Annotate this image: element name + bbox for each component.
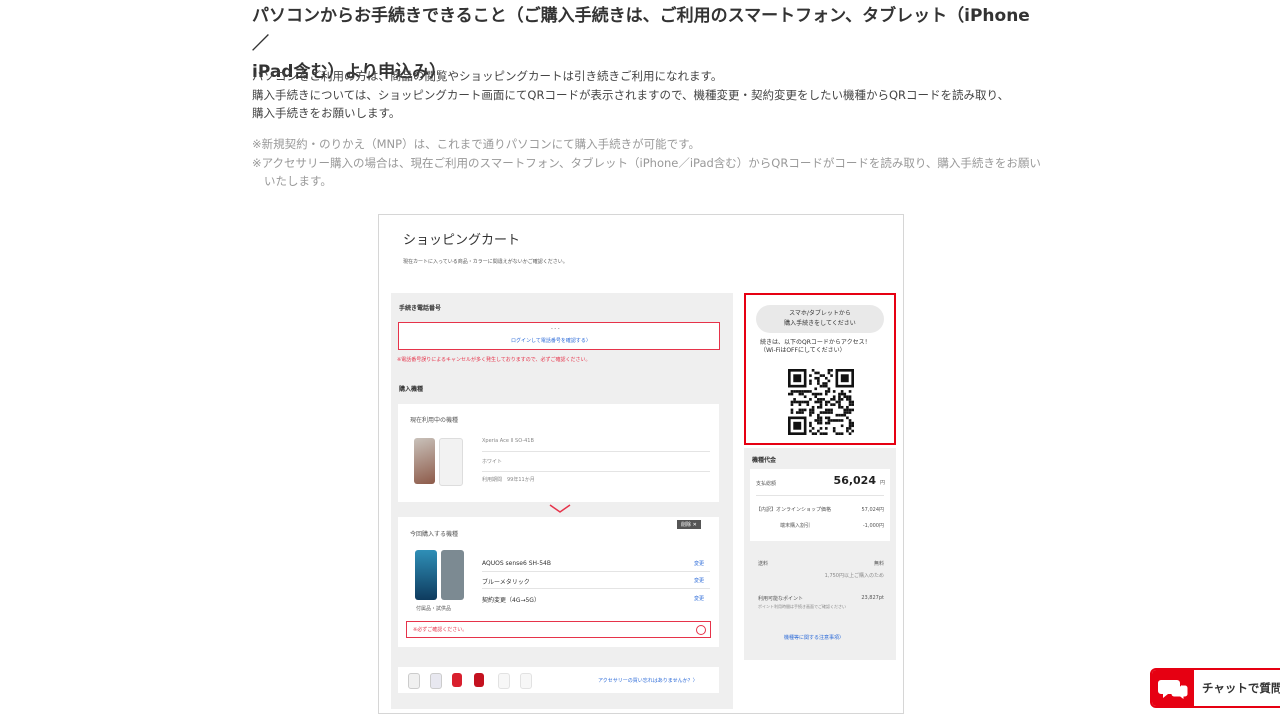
chat-label: チャットで質問 <box>1202 681 1280 695</box>
new-device-model: AQUOS sense6 SH-54B <box>482 560 551 567</box>
discount-label: 端末購入割引 <box>780 523 811 529</box>
confirm-label: ※必ずご確認ください。 <box>413 627 468 633</box>
chat-button[interactable]: チャットで質問 <box>1150 668 1280 708</box>
plus-circle-icon <box>696 625 706 635</box>
current-device-period: 利用期間 99年11か月 <box>482 477 535 483</box>
chevron-down-icon <box>549 504 571 513</box>
new-device-label: 今回購入する機種 <box>410 531 459 538</box>
new-device-image-back <box>441 550 464 600</box>
current-device-image <box>414 438 435 484</box>
new-device-image <box>415 550 437 600</box>
cart-title: ショッピングカート <box>403 233 521 248</box>
new-device-color: ブルーメタリック <box>482 579 530 586</box>
accessory-image <box>520 673 532 689</box>
accessory-image <box>474 673 484 687</box>
points-value: 23,827pt <box>861 595 884 601</box>
phone-number-box[interactable]: - - - ログインして電話番号を確認する〉 <box>398 322 720 350</box>
phone-warning: ※電話番号誤りによるキャンセルが多く発生しておりますので、必ずご確認ください。 <box>397 357 591 363</box>
discount-value: -1,000円 <box>862 523 884 529</box>
current-device-label: 現在利用中の機種 <box>410 417 459 424</box>
new-device-card: 削除 ✕ 今回購入する機種 付属品・試供品 AQUOS sense6 SH-54… <box>398 517 719 647</box>
current-device-image-back <box>439 438 463 486</box>
confirm-accordion[interactable]: ※必ずご確認ください。 <box>406 621 711 638</box>
qr-code-panel: スマホ/タブレットから 購入手続きをしてください 続きは、以下のQRコードからア… <box>744 293 896 445</box>
login-link[interactable]: ログインして電話番号を確認する〉 <box>511 337 591 344</box>
device-section-label: 購入機種 <box>399 386 424 393</box>
notes-link[interactable]: 機種等に関する注意事項〉 <box>784 634 844 641</box>
accessory-image <box>408 673 420 689</box>
shipping-label: 送料 <box>758 561 769 567</box>
change-model-link[interactable]: 変更 <box>694 560 704 567</box>
accessory-image <box>498 673 510 689</box>
smartphone-notice-pill: スマホ/タブレットから 購入手続きをしてください <box>756 305 884 333</box>
points-label: 利用可能なポイント <box>758 596 804 602</box>
change-color-link[interactable]: 変更 <box>694 577 704 584</box>
pill-line-2: 購入手続きをしてください <box>784 320 856 327</box>
breakdown-label: 【内訳】オンラインショップ価格 <box>756 507 832 513</box>
accessory-image <box>452 673 462 687</box>
heading-line-1: パソコンからお手続きできること（ご購入手続きは、ご利用のスマートフォン、タブレッ… <box>252 6 1030 54</box>
shipping-value: 無料 <box>873 561 884 567</box>
new-device-plan: 契約変更（4G→5G） <box>482 597 540 604</box>
current-device-color: ホワイト <box>482 459 503 465</box>
delete-button[interactable]: 削除 ✕ <box>677 520 701 529</box>
intro-line: 購入手続きをお願いします。 <box>252 106 401 120</box>
phone-number-dots: - - - <box>551 326 560 332</box>
current-device-model: Xperia Ace II SO-41B <box>482 438 534 444</box>
shipping-note: 1,750円以上ご購入のため <box>824 573 884 579</box>
note-item: ※新規契約・のりかえ（MNP）は、これまで通りパソコンにて購入手続きが可能です。 <box>252 137 700 151</box>
total-unit: 円 <box>879 480 885 486</box>
intro-line: 購入手続きについては、ショッピングカート画面にてQRコードが表示されますので、機… <box>252 87 1010 102</box>
intro-line: パソコンをご利用の方は、商品の閲覧やショッピングカートは引き続きご利用になれます… <box>252 69 723 83</box>
breakdown-value: 57,024円 <box>861 507 885 513</box>
cart-left-column: 手続き電話番号 - - - ログインして電話番号を確認する〉 ※電話番号誤りによ… <box>391 293 733 709</box>
notes: ※新規契約・のりかえ（MNP）は、これまで通りパソコンにて購入手続きが可能です。… <box>252 135 1042 191</box>
total-label: 支払総額 <box>756 481 777 487</box>
accessory-image <box>430 673 442 689</box>
qr-instructions: 続きは、以下のQRコードからアクセス！（Wi-FiはOFFにしてください） <box>760 339 871 354</box>
intro-paragraph: パソコンをご利用の方は、商品の閲覧やショッピングカートは引き続きご利用になれます… <box>252 67 1042 123</box>
points-note: ポイント利用時間は手続き画面でご確認ください <box>758 604 846 609</box>
cart-subtitle: 現在カートに入っている商品・カラーに間違えがないかご確認ください。 <box>403 259 568 265</box>
chat-bubble-icon <box>1152 670 1194 706</box>
accessories-note: 付属品・試供品 <box>416 606 452 612</box>
price-card: 支払総額 56,024 円 【内訳】オンラインショップ価格 57,024円 端末… <box>750 469 890 541</box>
price-panel: 機種代金 支払総額 56,024 円 【内訳】オンラインショップ価格 57,02… <box>744 448 896 660</box>
qr-code <box>788 369 854 435</box>
pill-line-1: スマホ/タブレットから <box>789 310 851 317</box>
total-value: 56,024 <box>833 474 876 487</box>
accessory-link[interactable]: アクセサリーの買い忘れはありませんか？〉 <box>598 677 698 684</box>
accessory-row: アクセサリーの買い忘れはありませんか？〉 <box>398 667 719 693</box>
phone-number-label: 手続き電話番号 <box>399 305 442 312</box>
change-plan-link[interactable]: 変更 <box>694 595 704 602</box>
note-item: ※アクセサリー購入の場合は、現在ご利用のスマートフォン、タブレット（iPhone… <box>252 155 1041 189</box>
price-label: 機種代金 <box>752 457 777 464</box>
current-device-card: 現在利用中の機種 Xperia Ace II SO-41B ホワイト 利用期間 … <box>398 404 719 502</box>
shopping-cart-screenshot: ショッピングカート 現在カートに入っている商品・カラーに間違えがないかご確認くだ… <box>378 214 904 714</box>
